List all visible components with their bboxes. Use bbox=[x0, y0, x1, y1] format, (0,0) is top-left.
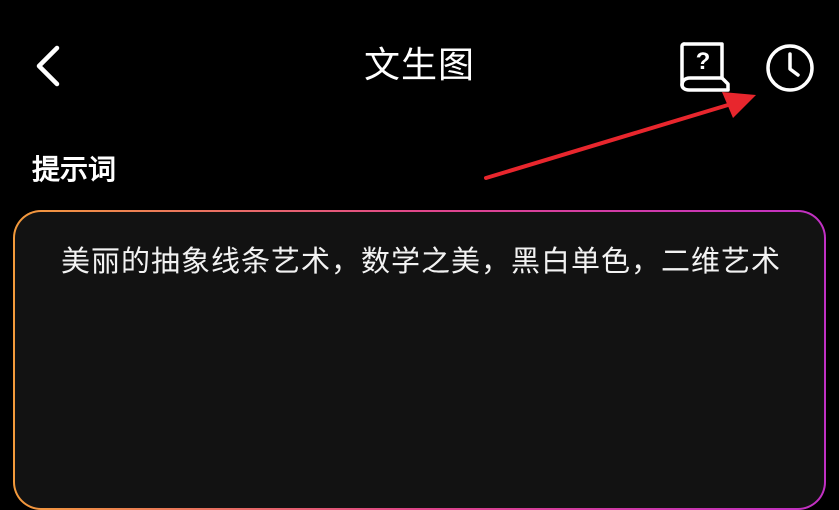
prompt-text: 美丽的抽象线条艺术，数学之美，黑白单色，二维艺术 bbox=[61, 244, 782, 278]
prompt-label: 提示词 bbox=[32, 153, 117, 186]
help-book-icon: ? bbox=[680, 42, 730, 92]
svg-text:?: ? bbox=[696, 48, 711, 75]
clock-icon bbox=[766, 44, 814, 92]
prompt-input[interactable]: 美丽的抽象线条艺术，数学之美，黑白单色，二维艺术 bbox=[15, 212, 824, 508]
top-bar: 文生图 ? bbox=[0, 0, 839, 134]
prompt-input-frame: 美丽的抽象线条艺术，数学之美，黑白单色，二维艺术 bbox=[13, 210, 826, 510]
history-button[interactable] bbox=[762, 40, 818, 96]
help-button[interactable]: ? bbox=[676, 38, 736, 94]
